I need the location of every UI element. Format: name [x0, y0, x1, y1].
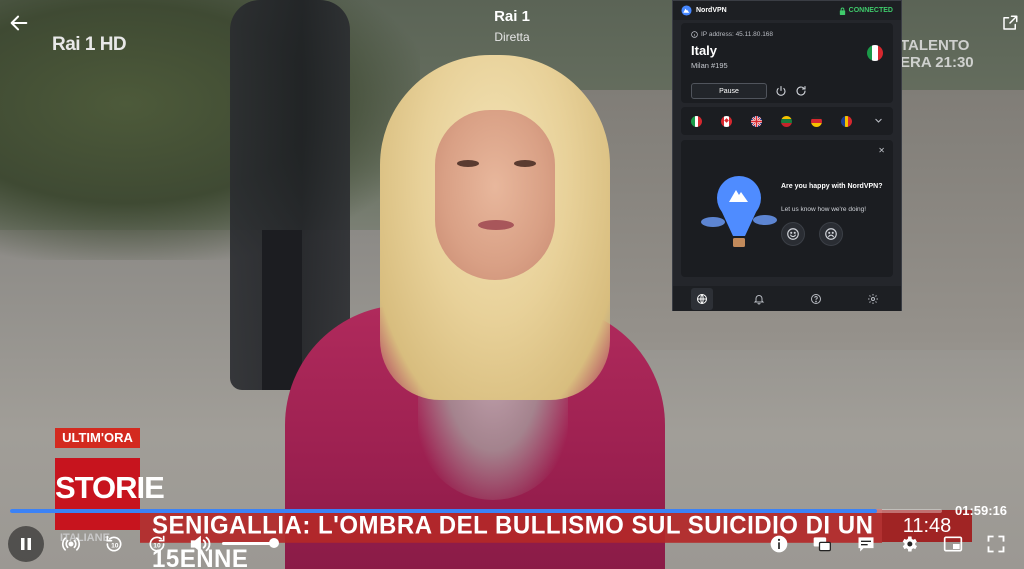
- info-icon: [770, 535, 788, 553]
- vpn-brand: NordVPN: [681, 5, 727, 16]
- power-icon[interactable]: [775, 85, 787, 97]
- presenter-eye-right: [514, 160, 536, 167]
- volume-icon: [190, 535, 211, 553]
- svg-text:10: 10: [153, 542, 161, 549]
- vpn-nav-settings[interactable]: [862, 288, 884, 310]
- presenter-face: [435, 110, 555, 280]
- vpn-ip-address: IP address: 45.11.80.168: [701, 31, 774, 38]
- breaking-news-label: ULTIM'ORA: [55, 428, 140, 448]
- vpn-brand-label: NordVPN: [696, 7, 727, 14]
- pause-icon: [21, 538, 31, 550]
- romania-flag-icon[interactable]: [841, 115, 852, 127]
- nordvpn-logo-icon: [681, 5, 692, 16]
- presenter-lips: [478, 220, 514, 230]
- show-logo: STORIE: [55, 458, 165, 530]
- vpn-ip-row: IP address: 45.11.80.168: [691, 31, 883, 38]
- chevron-down-icon[interactable]: [874, 116, 883, 127]
- vpn-survey-card: ✕ Are you happy with NordVPN? Let us kno…: [681, 140, 893, 277]
- uk-flag-icon[interactable]: [751, 115, 762, 127]
- vpn-survey-prompt: Let us know how we're doing!: [781, 206, 867, 213]
- fullscreen-icon: [987, 535, 1005, 553]
- info-button[interactable]: [766, 526, 792, 562]
- bell-icon: [753, 294, 764, 304]
- forward-10-icon: 10: [149, 535, 165, 552]
- live-broadcast-icon: [61, 537, 81, 551]
- vpn-country: Italy: [691, 43, 718, 58]
- progress-fill: [10, 509, 877, 513]
- volume-slider-handle[interactable]: [269, 538, 279, 548]
- info-icon: [691, 31, 698, 38]
- lock-icon: [839, 7, 845, 15]
- germany-flag-icon[interactable]: [811, 115, 822, 127]
- progress-bar[interactable]: [10, 509, 942, 513]
- globe-icon: [696, 293, 707, 304]
- share-icon: [1003, 15, 1018, 30]
- picture-in-picture-button[interactable]: [940, 526, 966, 562]
- vpn-survey-question: Are you happy with NordVPN?: [781, 183, 883, 190]
- subtitles-icon: [858, 537, 874, 552]
- vpn-server: Milan #195: [691, 61, 728, 70]
- presenter-eye-left: [457, 160, 479, 167]
- gear-icon: [902, 536, 917, 552]
- vpn-status: CONNECTED: [839, 7, 893, 15]
- sad-face-icon: [825, 228, 837, 240]
- vpn-connection-card: IP address: 45.11.80.168 Italy Milan #19…: [681, 23, 893, 103]
- vpn-nav-help[interactable]: [805, 288, 827, 310]
- vpn-bottom-nav: [673, 286, 901, 311]
- pause-button[interactable]: [8, 526, 44, 562]
- volume-slider[interactable]: [222, 542, 274, 545]
- help-icon: [810, 293, 821, 304]
- italy-flag-icon: [867, 45, 883, 61]
- canada-flag-icon[interactable]: ◆: [721, 115, 732, 127]
- picture-in-picture-icon: [943, 536, 963, 552]
- fullscreen-button[interactable]: [983, 526, 1009, 562]
- balloon-illustration-icon: [701, 176, 777, 247]
- volume-button[interactable]: [186, 526, 214, 562]
- vpn-status-label: CONNECTED: [848, 7, 893, 14]
- player-controls: 10 10: [0, 526, 1024, 562]
- time-remaining: 01:59:16: [955, 503, 1008, 518]
- settings-button[interactable]: [896, 526, 922, 562]
- subtitles-button[interactable]: [852, 526, 880, 562]
- rewind-button[interactable]: 10: [101, 526, 127, 562]
- forward-button[interactable]: 10: [144, 526, 170, 562]
- vpn-recent-countries: ◆: [681, 107, 893, 135]
- gear-icon: [867, 293, 878, 304]
- live-button[interactable]: [58, 526, 84, 562]
- happy-face-button[interactable]: [781, 222, 805, 246]
- channels-button[interactable]: [808, 526, 836, 562]
- svg-text:10: 10: [111, 542, 119, 549]
- vpn-nav-notifications[interactable]: [748, 288, 770, 310]
- vpn-pause-button[interactable]: Pause: [691, 83, 767, 99]
- promo-line-2: ERA 21:30: [900, 54, 974, 71]
- nordvpn-popup: NordVPN CONNECTED IP address: 45.11.80.1…: [672, 0, 902, 311]
- refresh-icon[interactable]: [795, 85, 807, 97]
- vpn-actions: Pause: [691, 83, 807, 99]
- rewind-10-icon: 10: [106, 535, 122, 552]
- sad-face-button[interactable]: [819, 222, 843, 246]
- happy-face-icon: [787, 228, 799, 240]
- uk-flag-shape: [751, 115, 762, 127]
- vpn-nav-globe[interactable]: [690, 287, 713, 310]
- italy-flag-icon[interactable]: [691, 115, 702, 127]
- background-figure-leg: [262, 230, 302, 390]
- channels-icon: [813, 537, 831, 552]
- share-button[interactable]: [1001, 14, 1019, 32]
- vpn-header: NordVPN CONNECTED: [673, 1, 901, 20]
- close-icon[interactable]: ✕: [878, 146, 885, 155]
- lithuania-flag-icon[interactable]: [781, 115, 792, 127]
